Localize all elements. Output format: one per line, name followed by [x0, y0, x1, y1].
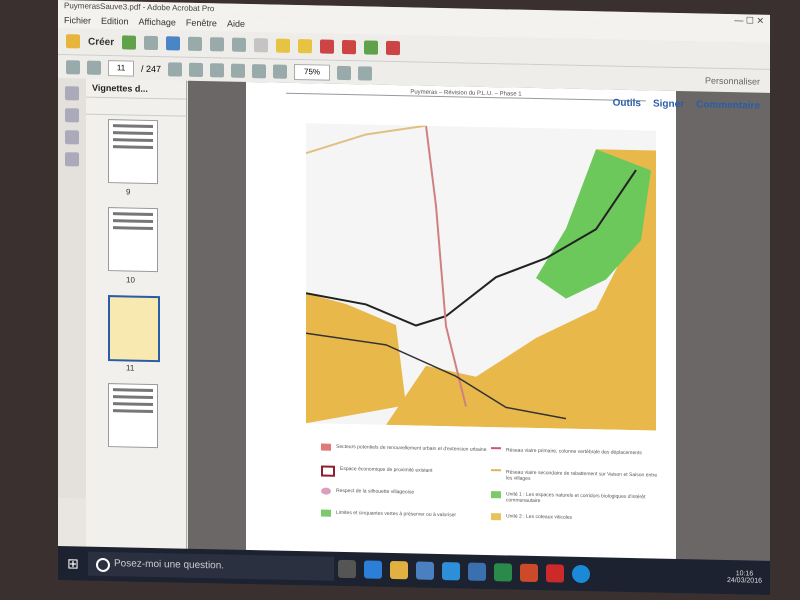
attachment-icon[interactable]	[65, 130, 79, 145]
legend-swatch	[491, 513, 501, 521]
word-icon[interactable]	[468, 562, 486, 581]
tab-tools[interactable]: Outils	[613, 98, 641, 110]
window-controls[interactable]: — ☐ ✕	[734, 14, 764, 27]
store-icon[interactable]	[416, 561, 434, 580]
zoom-select[interactable]: 75%	[294, 63, 331, 81]
thumb-label: 10	[126, 275, 135, 285]
menu-view[interactable]: Affichage	[139, 17, 176, 28]
highlight-icon[interactable]	[298, 39, 313, 54]
minus-icon[interactable]	[252, 64, 267, 79]
cortana-icon	[96, 557, 110, 573]
legend-swatch	[321, 443, 331, 451]
customize-button[interactable]: Personnaliser	[705, 76, 760, 87]
thumbnail-page-9[interactable]	[108, 119, 158, 185]
system-clock[interactable]: 10:16 24/03/2016	[727, 570, 762, 585]
thumbnail-panel: Vignettes d... 9 10 11	[86, 78, 187, 551]
cortana-search-box[interactable]: Posez-moi une question.	[88, 551, 334, 581]
zoning-map	[306, 123, 656, 431]
zoom-out-icon[interactable]	[210, 63, 225, 78]
stamp-icon[interactable]	[320, 39, 335, 54]
acrobat-window: PuymerasSauve3.pdf - Adobe Acrobat Pro —…	[58, 0, 770, 570]
legend-swatch	[491, 469, 501, 472]
print-icon[interactable]	[188, 36, 203, 52]
settings-icon[interactable]	[254, 38, 269, 53]
page-thumbnails-icon[interactable]	[65, 86, 79, 101]
hand-tool-icon[interactable]	[189, 62, 204, 78]
search-placeholder: Posez-moi une question.	[114, 558, 225, 572]
bookmark-icon[interactable]	[65, 108, 79, 123]
pdf-icon[interactable]	[386, 40, 401, 56]
edit-icon[interactable]	[210, 37, 225, 52]
legend-swatch	[321, 487, 331, 495]
powerpoint-icon[interactable]	[520, 563, 538, 583]
panel-title: Vignettes d...	[86, 78, 186, 100]
menu-file[interactable]: Fichier	[64, 15, 91, 26]
email-icon[interactable]	[232, 37, 247, 52]
legend-item: Unité 1 : Les espaces naturels et corrid…	[506, 491, 646, 505]
panel-tools	[86, 97, 186, 117]
navigation-pane-icons	[58, 78, 87, 499]
hp-icon[interactable]	[442, 562, 460, 581]
page-total: / 247	[141, 63, 162, 75]
create-button[interactable]: Créer	[88, 36, 114, 48]
signature-icon[interactable]	[65, 152, 79, 167]
task-view-icon[interactable]	[338, 559, 356, 579]
zoom-in-icon[interactable]	[231, 63, 246, 78]
menu-help[interactable]: Aide	[227, 19, 245, 29]
document-area[interactable]: Puymeras – Révision du P.L.U. – Phase 1 …	[188, 80, 770, 570]
page-up-icon[interactable]	[66, 60, 80, 75]
menu-window[interactable]: Fenêtre	[186, 18, 217, 29]
thumb-label: 9	[126, 187, 131, 197]
cloud-icon[interactable]	[166, 36, 181, 51]
combine-icon[interactable]	[364, 40, 379, 55]
tab-comment[interactable]: Commentaire	[696, 99, 760, 111]
legend-swatch	[321, 465, 335, 477]
thumb-label: 11	[126, 363, 135, 373]
help-icon[interactable]	[572, 564, 590, 584]
window-title: PuymerasSauve3.pdf - Adobe Acrobat Pro	[64, 1, 215, 14]
legend-item: Espace économique de proximité existant	[340, 465, 433, 474]
legend-swatch	[491, 447, 501, 450]
tab-sign[interactable]: Signer	[653, 98, 684, 110]
excel-icon[interactable]	[494, 563, 512, 582]
comment-icon[interactable]	[276, 38, 291, 53]
thumbnail-page-12[interactable]	[108, 383, 158, 449]
fit-page-icon[interactable]	[337, 65, 352, 81]
windows-start-icon[interactable]: ⊞	[58, 555, 88, 573]
fullscreen-icon[interactable]	[358, 66, 373, 81]
acrobat-icon[interactable]	[546, 564, 564, 583]
legend-swatch	[491, 491, 501, 499]
menu-edit[interactable]: Edition	[101, 16, 129, 27]
legend-item: Unité 2 : Les coteaux viticoles	[506, 513, 573, 521]
map-legend: Secteurs potentiels de renouvellement ur…	[321, 443, 661, 539]
thumbnail-page-11[interactable]	[108, 295, 160, 363]
page-number-input[interactable]: 11	[108, 60, 134, 77]
legend-item: Limites et cinquantes vertes à préserver…	[336, 509, 457, 519]
save-icon[interactable]	[144, 35, 159, 51]
legend-item: Secteurs potentiels de renouvellement ur…	[336, 443, 487, 453]
export-icon[interactable]	[342, 39, 357, 55]
plus-icon[interactable]	[273, 64, 288, 79]
page-down-icon[interactable]	[87, 60, 101, 75]
open-folder-icon[interactable]	[122, 35, 137, 50]
pdf-page: Puymeras – Révision du P.L.U. – Phase 1 …	[246, 81, 676, 561]
legend-swatch	[321, 509, 331, 517]
thumbnail-page-10[interactable]	[108, 207, 158, 273]
file-explorer-icon[interactable]	[390, 560, 408, 580]
select-tool-icon[interactable]	[168, 62, 183, 77]
clock-date: 24/03/2016	[726, 577, 762, 585]
legend-item: Réseau viaire secondaire de rabattement …	[506, 469, 658, 482]
legend-item: Respect de la silhouette villageoise	[336, 487, 415, 496]
legend-item: Réseau viaire primaire, colonne vertébra…	[506, 447, 642, 457]
create-icon	[66, 34, 80, 49]
edge-icon[interactable]	[364, 560, 382, 579]
